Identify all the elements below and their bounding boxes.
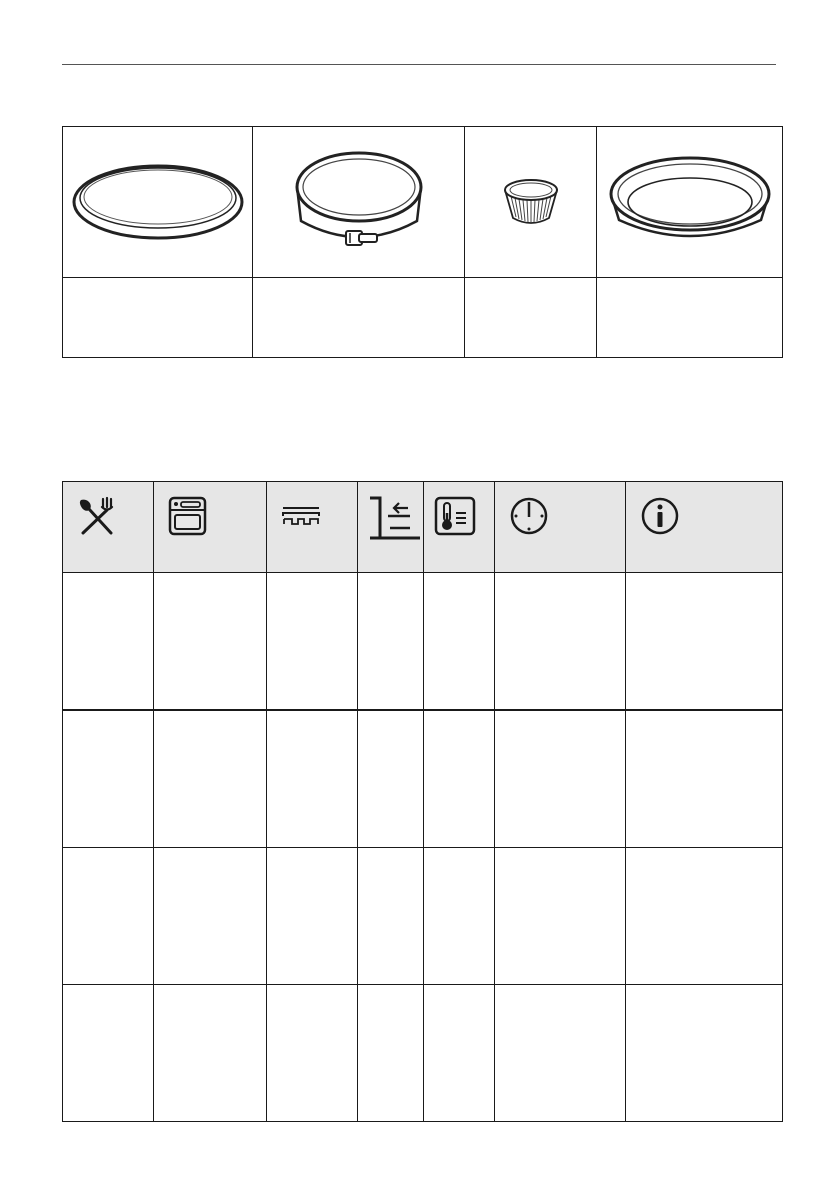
flat-baking-tray-icon: [72, 164, 243, 240]
table-cell: [62, 847, 154, 985]
table-cell: [62, 984, 154, 1122]
cooking-settings-table: [62, 481, 783, 1122]
table-row: [62, 572, 783, 711]
table-row: [62, 984, 783, 1122]
table-cell: [153, 572, 267, 711]
info-icon: [641, 497, 679, 535]
page-top-rule: [62, 64, 776, 65]
bakeware-cell-2: [252, 126, 465, 278]
shelf-position-icon: [370, 496, 420, 540]
table-cell: [423, 984, 495, 1122]
bakeware-label-2: [252, 277, 465, 358]
table-cell: [625, 847, 783, 985]
table-cell: [62, 709, 154, 848]
temperature-icon: [434, 496, 476, 536]
table-cell: [423, 847, 495, 985]
bakeware-cell-4: [596, 126, 783, 278]
table-cell: [153, 984, 267, 1122]
header-info: [625, 481, 783, 573]
oven-function-icon: [168, 496, 207, 536]
table-cell: [625, 984, 783, 1122]
table-cell: [423, 572, 495, 711]
bakeware-cell-1: [62, 126, 253, 278]
table-cell: [625, 572, 783, 711]
header-temperature: [423, 481, 495, 573]
table-cell: [153, 709, 267, 848]
flan-base-pan-icon: [609, 156, 770, 238]
table-cell: [494, 847, 626, 985]
table-cell: [62, 572, 154, 711]
table-cell: [423, 709, 495, 848]
header-heating: [266, 481, 358, 573]
table-row: [62, 847, 783, 985]
header-function: [153, 481, 267, 573]
table-cell: [266, 572, 358, 711]
table-cell: [266, 847, 358, 985]
cutlery-icon: [79, 496, 114, 535]
table-cell: [494, 572, 626, 711]
table-cell: [494, 709, 626, 848]
bakeware-label-3: [464, 277, 597, 358]
table-cell: [357, 572, 424, 711]
table-cell: [153, 847, 267, 985]
table-cell: [357, 984, 424, 1122]
springform-pan-icon: [295, 151, 422, 246]
table-cell: [494, 984, 626, 1122]
table-cell: [357, 709, 424, 848]
header-food: [62, 481, 154, 573]
header-shelf-position: [357, 481, 424, 573]
ramekin-icon: [503, 179, 558, 224]
header-time: [494, 481, 626, 573]
bakeware-table: [62, 126, 783, 358]
bakeware-cell-3: [464, 126, 597, 278]
heating-element-icon: [282, 507, 320, 525]
table-cell: [266, 984, 358, 1122]
bakeware-label-1: [62, 277, 253, 358]
table-cell: [625, 709, 783, 848]
bakeware-label-4: [596, 277, 783, 358]
table-cell: [357, 847, 424, 985]
table-cell: [266, 709, 358, 848]
table-row: [62, 709, 783, 848]
clock-icon: [510, 497, 548, 535]
